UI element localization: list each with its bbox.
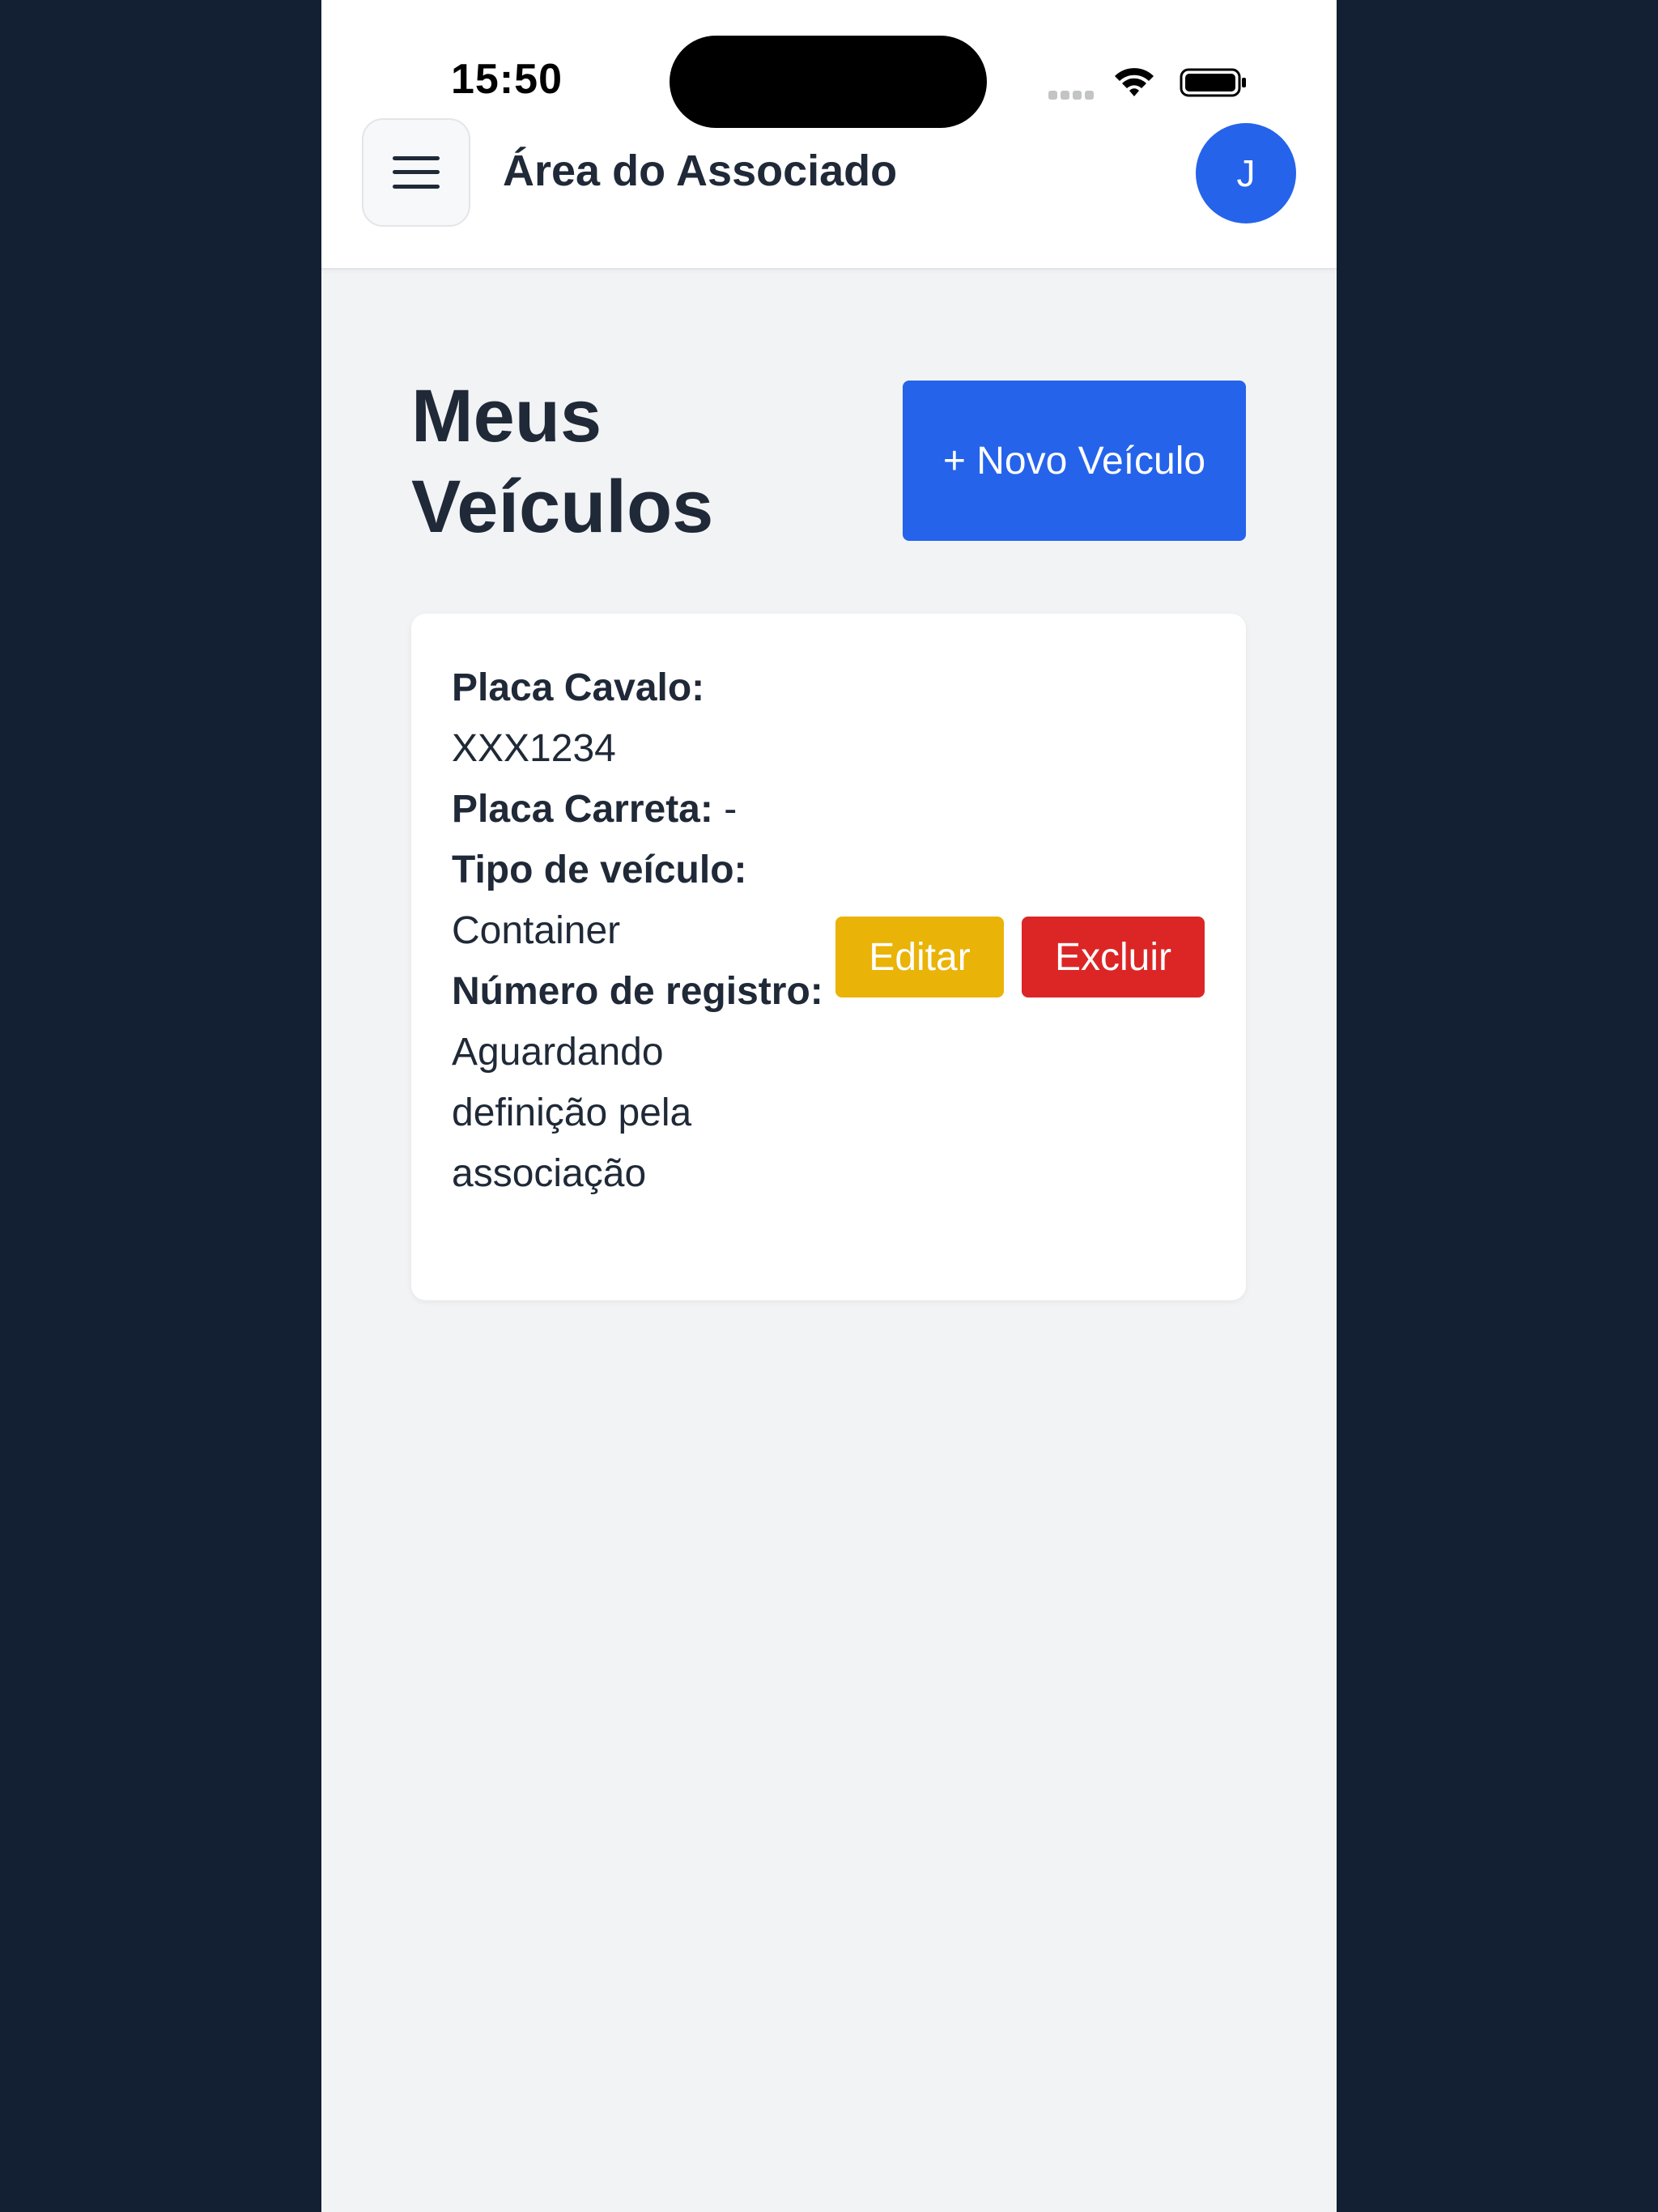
edit-button[interactable]: Editar — [835, 917, 1004, 998]
numero-registro-value: Aguardando definição pela associação — [452, 1031, 692, 1195]
placa-carreta-value: - — [724, 788, 738, 831]
placa-cavalo-value: XXX1234 — [452, 727, 616, 770]
placa-cavalo-label: Placa Cavalo: — [452, 666, 705, 709]
cellular-signal-icon — [1048, 89, 1100, 100]
delete-button[interactable]: Excluir — [1022, 917, 1205, 998]
app-header: 15:50 Área do Associado J — [321, 0, 1337, 270]
header-title: Área do Associado — [503, 147, 898, 195]
hamburger-menu-icon — [393, 156, 440, 189]
battery-icon — [1180, 68, 1246, 97]
tipo-veiculo-label: Tipo de veículo: — [452, 849, 747, 891]
status-bar-time: 15:50 — [451, 56, 563, 103]
tipo-veiculo-value: Container — [452, 909, 621, 952]
new-vehicle-button[interactable]: + Novo Veículo — [903, 381, 1246, 541]
placa-carreta-label: Placa Carreta: — [452, 788, 713, 831]
numero-registro-label: Número de registro: — [452, 970, 823, 1013]
phone-screen: 15:50 Área do Associado J Meus Veículos … — [321, 0, 1337, 2212]
avatar[interactable]: J — [1196, 123, 1296, 223]
wifi-icon — [1115, 68, 1154, 96]
vehicle-card: Placa Cavalo: XXX1234 Placa Carreta: - T… — [411, 614, 1246, 1300]
page-title: Meus Veículos — [411, 375, 714, 548]
dynamic-island — [670, 36, 987, 128]
vehicle-details: Placa Cavalo: XXX1234 Placa Carreta: - T… — [452, 657, 824, 1204]
menu-button[interactable] — [362, 118, 470, 227]
